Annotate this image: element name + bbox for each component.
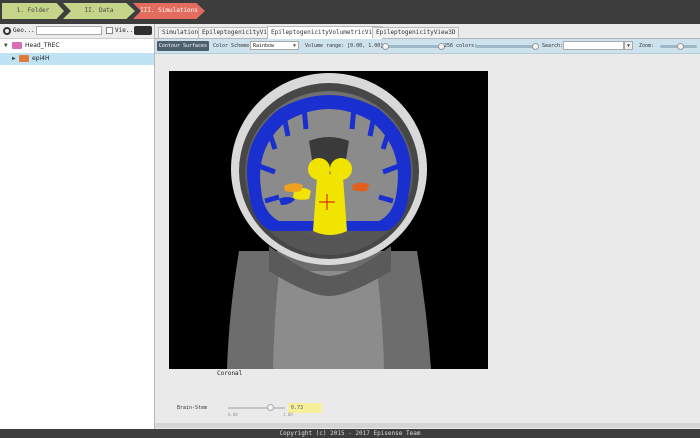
breadcrumb-folder[interactable]: 1. Folder <box>2 3 64 19</box>
view-checkbox[interactable] <box>106 27 113 34</box>
chevron-down-icon: ▼ <box>292 43 296 49</box>
color-scheme-label: Color Scheme: <box>213 43 253 49</box>
project-tree-panel: Geo... Vie... ▼ Head_TREC ▶ epi4H <box>0 24 155 429</box>
tree-item-label: epi4H <box>32 55 50 62</box>
main-panel: Simulation EpileptogenicityView Epilepto… <box>155 24 700 429</box>
top-bar: 1. Folder II. Data III. Simulations <box>0 0 700 24</box>
footer-copyright: Copyright (c) 2015 - 2017 Episense Team <box>0 429 700 438</box>
brain-stem-label: Brain-Stem <box>177 405 208 411</box>
tree-item-label: Head_TREC <box>25 42 60 49</box>
tree-item-simulation[interactable]: ▶ epi4H <box>0 53 154 65</box>
view-tabs: Simulation EpileptogenicityView Epilepto… <box>155 24 700 39</box>
brain-stem-min: 0.00 <box>228 412 238 417</box>
breadcrumb-simulations[interactable]: III. Simulations <box>133 3 205 19</box>
colors-label: 256 colors: <box>444 43 478 49</box>
tree-toolbar: Geo... Vie... <box>0 24 154 39</box>
contour-surfaces-button[interactable]: Contour Surfaces <box>157 41 209 51</box>
brain-stem-slider-handle[interactable] <box>267 404 274 411</box>
tab-simulation[interactable]: Simulation <box>158 27 203 38</box>
region-slider-area: Brain-Stem 0.73 0.00 1.00 <box>155 396 700 429</box>
collapse-icon[interactable]: ▼ <box>4 42 8 49</box>
expand-icon[interactable]: ▶ <box>12 55 16 62</box>
tree-item-head[interactable]: ▼ Head_TREC <box>0 40 154 52</box>
tab-epileptogenicity-volumetric-view[interactable]: EpileptogenicityVolumetricView <box>267 26 384 39</box>
brain-stem-value[interactable]: 0.73 <box>288 403 322 413</box>
coronal-view-label: Coronal <box>217 370 243 377</box>
volume-range-label: Volume range: [0.00, 1.00] <box>305 43 384 49</box>
color-scheme-value: Rainbow <box>253 43 275 49</box>
zoom-label: Zoom: <box>639 43 655 49</box>
volumetric-viewer[interactable] <box>169 71 488 369</box>
brain-slice-image <box>227 73 431 369</box>
volume-range-min-handle[interactable] <box>382 43 389 50</box>
colors-slider[interactable] <box>475 45 537 48</box>
brain-stem-slider[interactable] <box>228 407 285 409</box>
simulation-icon <box>19 55 29 62</box>
search-label: Search: <box>542 43 564 49</box>
search-dropdown-button[interactable]: ▼ <box>624 41 633 50</box>
breadcrumb-data[interactable]: II. Data <box>63 3 135 19</box>
filter-input[interactable] <box>36 26 102 35</box>
tab-epileptogenicity-view-3d[interactable]: EpileptogenicityView3D <box>372 27 460 38</box>
tree-action-button[interactable] <box>134 26 152 35</box>
brain-stem-max: 1.00 <box>283 412 293 417</box>
head-icon <box>12 42 22 49</box>
volume-range-slider[interactable] <box>384 45 440 48</box>
group-by-label: Geo... <box>13 27 35 34</box>
color-scheme-select[interactable]: Rainbow ▼ <box>250 41 299 50</box>
viewer-toolbar: Contour Surfaces Color Scheme: Rainbow ▼… <box>155 39 700 54</box>
gear-icon[interactable] <box>3 27 11 35</box>
horizontal-scrollbar[interactable] <box>155 423 700 428</box>
zoom-slider-handle[interactable] <box>677 43 684 50</box>
search-input[interactable] <box>563 41 624 50</box>
colors-slider-handle[interactable] <box>532 43 539 50</box>
